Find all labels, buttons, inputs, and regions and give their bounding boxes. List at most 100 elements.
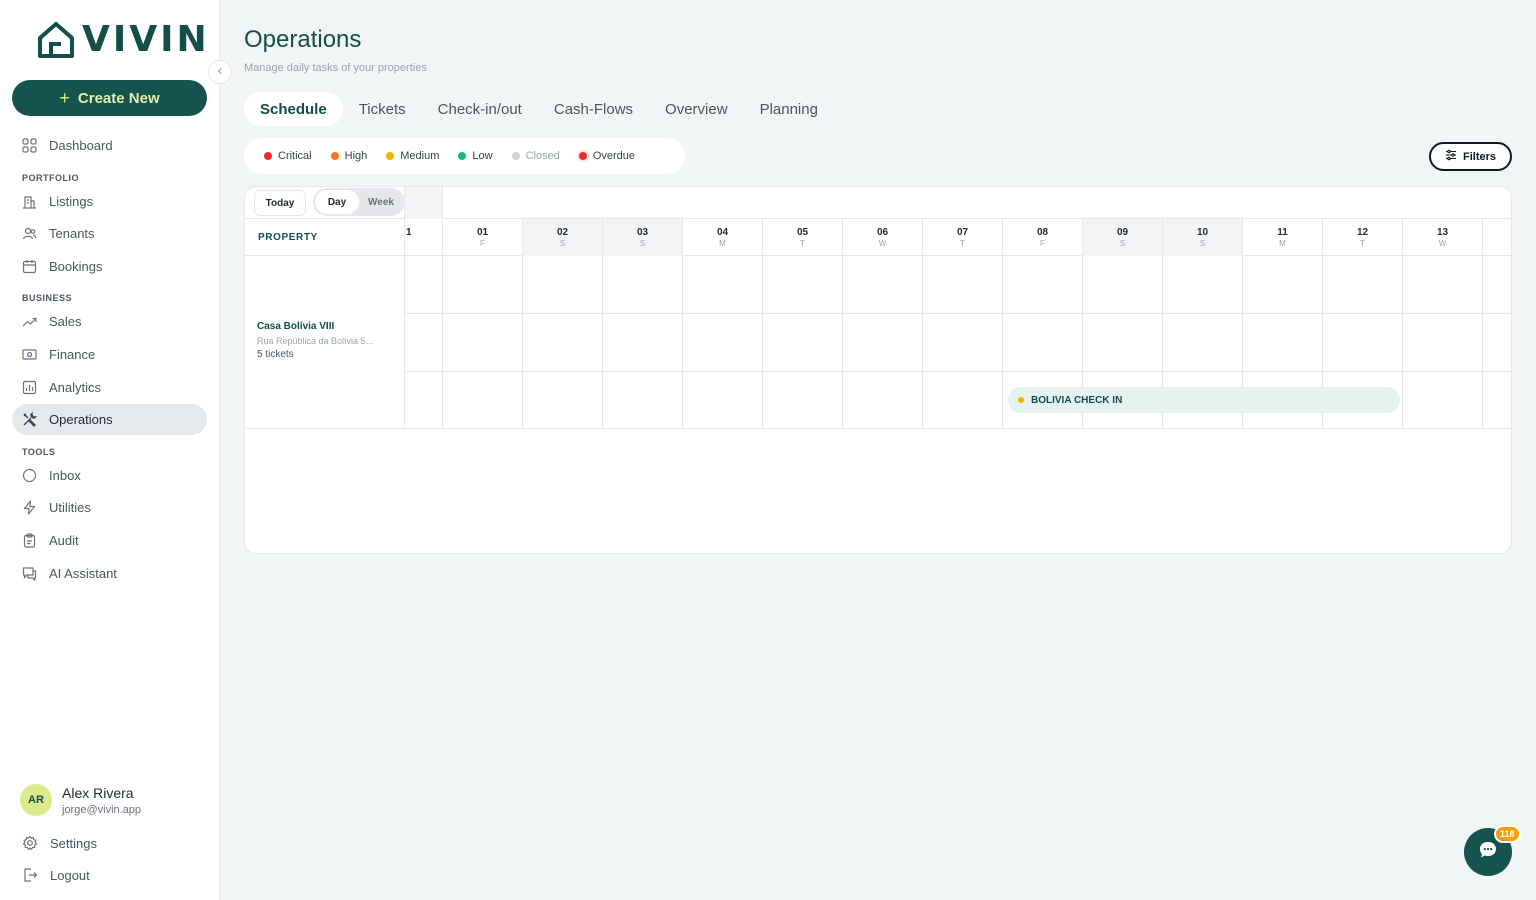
day-letter: M — [719, 239, 726, 248]
grid-line — [442, 256, 443, 429]
sidebar-item-ai-assistant[interactable]: AI Assistant — [12, 558, 207, 589]
chat-unread-badge: 118 — [1494, 825, 1521, 843]
day-column: 05 T — [763, 219, 843, 256]
user-name: Alex Rivera — [62, 784, 134, 801]
day-letter: S — [1119, 239, 1126, 248]
tab-tickets[interactable]: Tickets — [343, 92, 422, 126]
message-icon — [21, 467, 37, 483]
day-number: 04 — [716, 227, 729, 238]
sidebar-item-operations[interactable]: Operations — [12, 404, 207, 436]
grid-line — [762, 256, 763, 429]
gear-icon — [22, 835, 38, 851]
chart-icon — [21, 379, 37, 395]
trend-icon — [21, 314, 37, 330]
tab-overview[interactable]: Overview — [649, 92, 744, 126]
page-subtitle: Manage daily tasks of your properties — [244, 62, 427, 74]
priority-legend: Critical High Medium Low Closed Overdue — [244, 138, 685, 174]
logo[interactable]: VIVIN — [36, 20, 210, 60]
sidebar-item-label: Listings — [49, 193, 94, 209]
grid-line — [842, 256, 843, 429]
schedule-panel: Today Day Week PROPERTY 1 01 F 02 S 03 S 04 M 05… — [244, 186, 1512, 554]
sidebar-item-finance[interactable]: Finance — [12, 339, 207, 370]
sidebar-item-audit[interactable]: Audit — [12, 525, 207, 556]
day-column: 04 M — [683, 219, 763, 256]
legend-high: High — [330, 150, 367, 162]
money-icon — [21, 346, 37, 362]
event-bar[interactable]: BOLIVIA CHECK IN — [1008, 387, 1400, 413]
logout-label: Logout — [50, 867, 90, 883]
chat-bubble-icon — [1478, 840, 1498, 865]
settings-link[interactable]: Settings — [22, 835, 97, 851]
sidebar-item-inbox[interactable]: Inbox — [12, 460, 207, 491]
grid-line — [1402, 256, 1403, 429]
sidebar-item-bookings[interactable]: Bookings — [12, 251, 207, 282]
property-address: Rua República da Bolívia 5... — [257, 336, 374, 346]
grid-line — [405, 313, 1511, 314]
day-letter: S — [1199, 239, 1206, 248]
house-logo-icon — [38, 22, 74, 58]
day-letter: M — [1279, 239, 1286, 248]
sidebar-item-label: Inbox — [49, 467, 81, 483]
day-number: 05 — [796, 227, 809, 238]
sidebar-nav: Dashboard PORTFOLIO Listings Tenants Boo… — [12, 130, 207, 590]
tab-schedule[interactable]: Schedule — [244, 92, 343, 126]
user-email: jorge@vivin.app — [62, 803, 142, 816]
legend-low: Low — [458, 150, 493, 162]
sidebar-item-analytics[interactable]: Analytics — [12, 372, 207, 403]
legend-dot — [330, 152, 339, 160]
brand-name: VIVIN — [82, 19, 210, 60]
tab-check-in-out[interactable]: Check-in/out — [422, 92, 538, 126]
sliders-icon — [1445, 149, 1457, 164]
filters-button[interactable]: Filters — [1429, 142, 1512, 171]
tab-bar: Schedule Tickets Check-in/out Cash-Flows… — [244, 92, 834, 126]
logout-icon — [22, 867, 38, 883]
view-week-option[interactable]: Week — [359, 190, 403, 214]
logout-link[interactable]: Logout — [22, 867, 90, 883]
day-column: 11 M — [1243, 219, 1323, 256]
day-letter: F — [480, 239, 485, 248]
today-button[interactable]: Today — [254, 190, 306, 216]
sidebar-item-label: Bookings — [49, 258, 103, 274]
sidebar-collapse-button[interactable] — [208, 60, 232, 84]
sidebar-item-utilities[interactable]: Utilities — [12, 492, 207, 523]
calendar-icon — [21, 258, 37, 274]
sidebar-item-tenants[interactable]: Tenants — [12, 218, 207, 249]
grid-line — [922, 256, 923, 429]
sidebar-item-label: Utilities — [49, 500, 91, 516]
clipboard-icon — [21, 532, 37, 548]
section-label-business: BUSINESS — [22, 293, 73, 304]
tab-planning[interactable]: Planning — [744, 92, 834, 126]
view-toggle: Day Week — [313, 188, 405, 216]
settings-label: Settings — [50, 835, 97, 851]
day-number: 11 — [1277, 227, 1288, 238]
sidebar-item-label: Operations — [49, 412, 113, 428]
legend-dot — [578, 152, 587, 160]
day-letter: S — [639, 239, 646, 248]
legend-dot — [386, 152, 395, 160]
day-number: 06 — [876, 227, 889, 238]
grid-line — [682, 256, 683, 429]
grid-line — [602, 256, 603, 429]
day-letter: S — [559, 239, 566, 248]
sidebar-item-label: AI Assistant — [49, 565, 117, 581]
property-cell[interactable]: Casa Bolívia VIII Rua República da Bolív… — [245, 256, 405, 429]
day-number: 08 — [1036, 227, 1049, 238]
users-icon — [21, 226, 37, 242]
sidebar-item-sales[interactable]: Sales — [12, 306, 207, 337]
user-profile[interactable]: AR Alex Rivera jorge@vivin.app — [20, 784, 141, 816]
sidebar-item-dashboard[interactable]: Dashboard — [12, 130, 207, 161]
grid-line — [405, 428, 1511, 429]
view-day-option[interactable]: Day — [315, 190, 359, 214]
legend-medium: Medium — [386, 150, 439, 162]
sidebar-item-label: Analytics — [49, 379, 102, 395]
legend-label: Critical — [278, 150, 312, 162]
grid-line — [405, 371, 1511, 372]
sidebar-item-label: Dashboard — [49, 138, 113, 153]
grid-line — [522, 256, 523, 429]
chat-icon — [21, 565, 37, 581]
day-letter — [406, 239, 408, 248]
create-new-button[interactable]: + Create New — [12, 80, 207, 116]
legend-closed: Closed — [511, 150, 560, 162]
tab-cash-flows[interactable]: Cash-Flows — [538, 92, 649, 126]
sidebar-item-listings[interactable]: Listings — [12, 186, 207, 217]
